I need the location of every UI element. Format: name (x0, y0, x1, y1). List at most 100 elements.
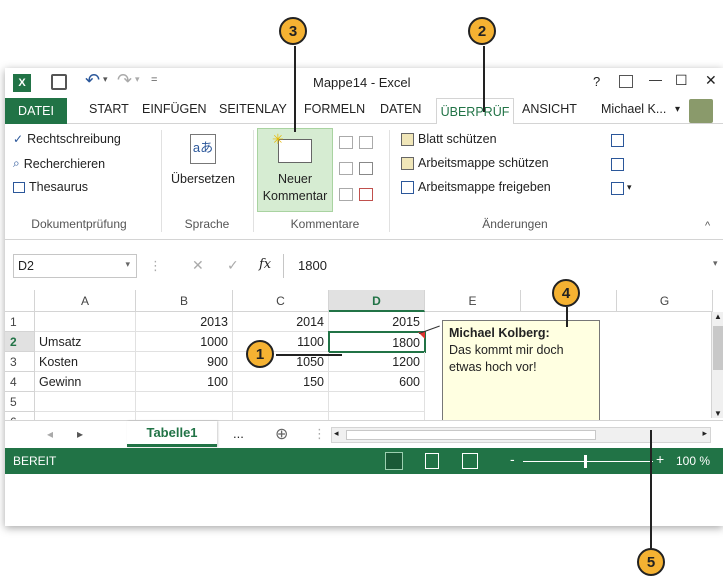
sheet-next-icon[interactable]: ▸ (77, 427, 83, 441)
cell-d5[interactable] (329, 392, 425, 412)
cell-d4[interactable]: 600 (329, 372, 425, 392)
redo-dropdown-icon[interactable]: ▾ (135, 74, 140, 85)
tab-seitenlayout[interactable]: SEITENLAY (219, 102, 287, 116)
delete-comment-icon[interactable] (339, 136, 353, 149)
edit-comment-icon[interactable] (359, 136, 373, 149)
cell-c5[interactable] (233, 392, 329, 412)
tab-datei[interactable]: DATEI (5, 98, 67, 124)
column-header-e[interactable]: E (425, 290, 521, 312)
tab-daten[interactable]: DATEN (380, 102, 421, 116)
sheet-tab-tabelle1[interactable]: Tabelle1 (127, 421, 217, 447)
show-ink-icon[interactable] (359, 188, 373, 201)
protect-workbook-button[interactable]: Arbeitsmappe schützen (401, 156, 549, 170)
cell-c1[interactable]: 2014 (233, 312, 329, 332)
add-sheet-button[interactable]: ⊕ (275, 424, 288, 444)
cell-b3[interactable]: 900 (136, 352, 233, 372)
thesaurus-button[interactable]: Thesaurus (13, 180, 88, 194)
tab-ansicht[interactable]: ANSICHT (522, 102, 577, 116)
undo-dropdown-icon[interactable]: ▾ (103, 74, 108, 85)
protect-sheet-button[interactable]: Blatt schützen (401, 132, 497, 146)
help-button[interactable]: ? (593, 74, 600, 89)
zoom-in-button[interactable]: + (656, 451, 664, 467)
comment-box[interactable]: Michael Kolberg: Das kommt mir doch etwa… (442, 320, 600, 428)
vertical-scrollbar[interactable]: ▲ ▼ (711, 312, 723, 418)
track-changes-icon[interactable] (611, 182, 624, 195)
spelling-button[interactable]: ✓ Rechtschreibung (13, 132, 121, 146)
column-header-c[interactable]: C (233, 290, 329, 312)
user-name[interactable]: Michael K... (601, 102, 666, 116)
translate-button[interactable]: Übersetzen (171, 172, 235, 186)
undo-icon[interactable]: ↶ (85, 70, 100, 91)
customize-qat-icon[interactable]: = (151, 74, 157, 86)
hscroll-thumb[interactable] (346, 430, 596, 440)
track-changes-dropdown-icon[interactable]: ▾ (627, 182, 632, 193)
horizontal-scrollbar[interactable]: ◂ ▸ (331, 427, 711, 443)
cell-d2-active[interactable]: 1800 (328, 331, 426, 353)
name-box-dropdown-icon[interactable]: ▾ (125, 259, 130, 270)
hscroll-right-icon[interactable]: ▸ (702, 428, 707, 439)
cancel-edit-button[interactable]: ✕ (192, 257, 204, 274)
next-comment-icon[interactable] (359, 162, 373, 175)
name-box[interactable]: D2 ▾ (13, 254, 137, 278)
column-header-a[interactable]: A (35, 290, 136, 312)
cell-a3[interactable]: Kosten (35, 352, 136, 372)
zoom-slider-thumb[interactable] (584, 455, 587, 468)
collapse-ribbon-icon[interactable]: ^ (705, 220, 710, 232)
save-icon[interactable] (51, 74, 67, 90)
scroll-down-icon[interactable]: ▼ (714, 409, 722, 418)
cell-b1[interactable]: 2013 (136, 312, 233, 332)
cell-a2[interactable]: Umsatz (35, 332, 136, 352)
close-button[interactable]: ✕ (705, 72, 717, 89)
page-layout-view-icon[interactable] (425, 453, 439, 469)
redo-icon[interactable]: ↷ (117, 70, 132, 91)
expand-formula-icon[interactable]: ▾ (713, 258, 718, 269)
cell-c4[interactable]: 150 (233, 372, 329, 392)
cell-b5[interactable] (136, 392, 233, 412)
zoom-level[interactable]: 100 % (676, 454, 710, 468)
allow-edit-ranges-icon[interactable] (611, 158, 624, 171)
research-button[interactable]: ⌕ Recherchieren (13, 156, 105, 171)
zoom-out-button[interactable]: - (510, 451, 515, 467)
cell-d3[interactable]: 1200 (329, 352, 425, 372)
user-chevron-icon[interactable]: ▾ (675, 104, 680, 115)
cell-b2[interactable]: 1000 (136, 332, 233, 352)
row-header-3[interactable]: 3 (5, 352, 35, 372)
protect-share-icon[interactable] (611, 134, 624, 147)
page-break-view-icon[interactable] (462, 453, 478, 469)
show-comments-icon[interactable] (339, 188, 353, 201)
minimize-button[interactable]: — (649, 72, 662, 87)
column-header-g[interactable]: G (617, 290, 713, 312)
cell-a5[interactable] (35, 392, 136, 412)
more-sheets[interactable]: ... (233, 426, 244, 441)
cell-a4[interactable]: Gewinn (35, 372, 136, 392)
row-header-1[interactable]: 1 (5, 312, 35, 332)
row-header-5[interactable]: 5 (5, 392, 35, 412)
row-header-4[interactable]: 4 (5, 372, 35, 392)
enter-edit-button[interactable]: ✓ (227, 257, 239, 274)
normal-view-icon[interactable] (385, 452, 403, 470)
scroll-thumb[interactable] (713, 326, 723, 370)
tab-einfuegen[interactable]: EINFÜGEN (142, 102, 207, 116)
column-header-b[interactable]: B (136, 290, 233, 312)
avatar[interactable] (689, 99, 713, 123)
formula-input[interactable]: 1800 (283, 254, 713, 278)
row-header-2[interactable]: 2 (5, 332, 35, 352)
new-comment-button[interactable]: ✳ Neuer Kommentar (257, 128, 333, 212)
tab-ueberpruef[interactable]: ÜBERPRÜF (436, 98, 514, 125)
cell-d1[interactable]: 2015 (329, 312, 425, 332)
share-workbook-button[interactable]: Arbeitsmappe freigeben (401, 180, 551, 194)
tab-start[interactable]: START (89, 102, 129, 116)
maximize-button[interactable]: ☐ (675, 72, 688, 89)
sheet-prev-icon[interactable]: ◂ (47, 427, 53, 441)
cell-b4[interactable]: 100 (136, 372, 233, 392)
previous-comment-icon[interactable] (339, 162, 353, 175)
hscroll-left-icon[interactable]: ◂ (334, 428, 339, 439)
scroll-up-icon[interactable]: ▲ (714, 312, 722, 321)
column-header-d[interactable]: D (329, 290, 425, 312)
select-all-corner[interactable] (5, 290, 35, 312)
cell-a1[interactable] (35, 312, 136, 332)
ribbon-display-icon[interactable] (619, 75, 633, 88)
tab-formeln[interactable]: FORMELN (304, 102, 365, 116)
insert-function-button[interactable]: fx (259, 257, 271, 272)
zoom-slider-track[interactable] (523, 461, 653, 462)
